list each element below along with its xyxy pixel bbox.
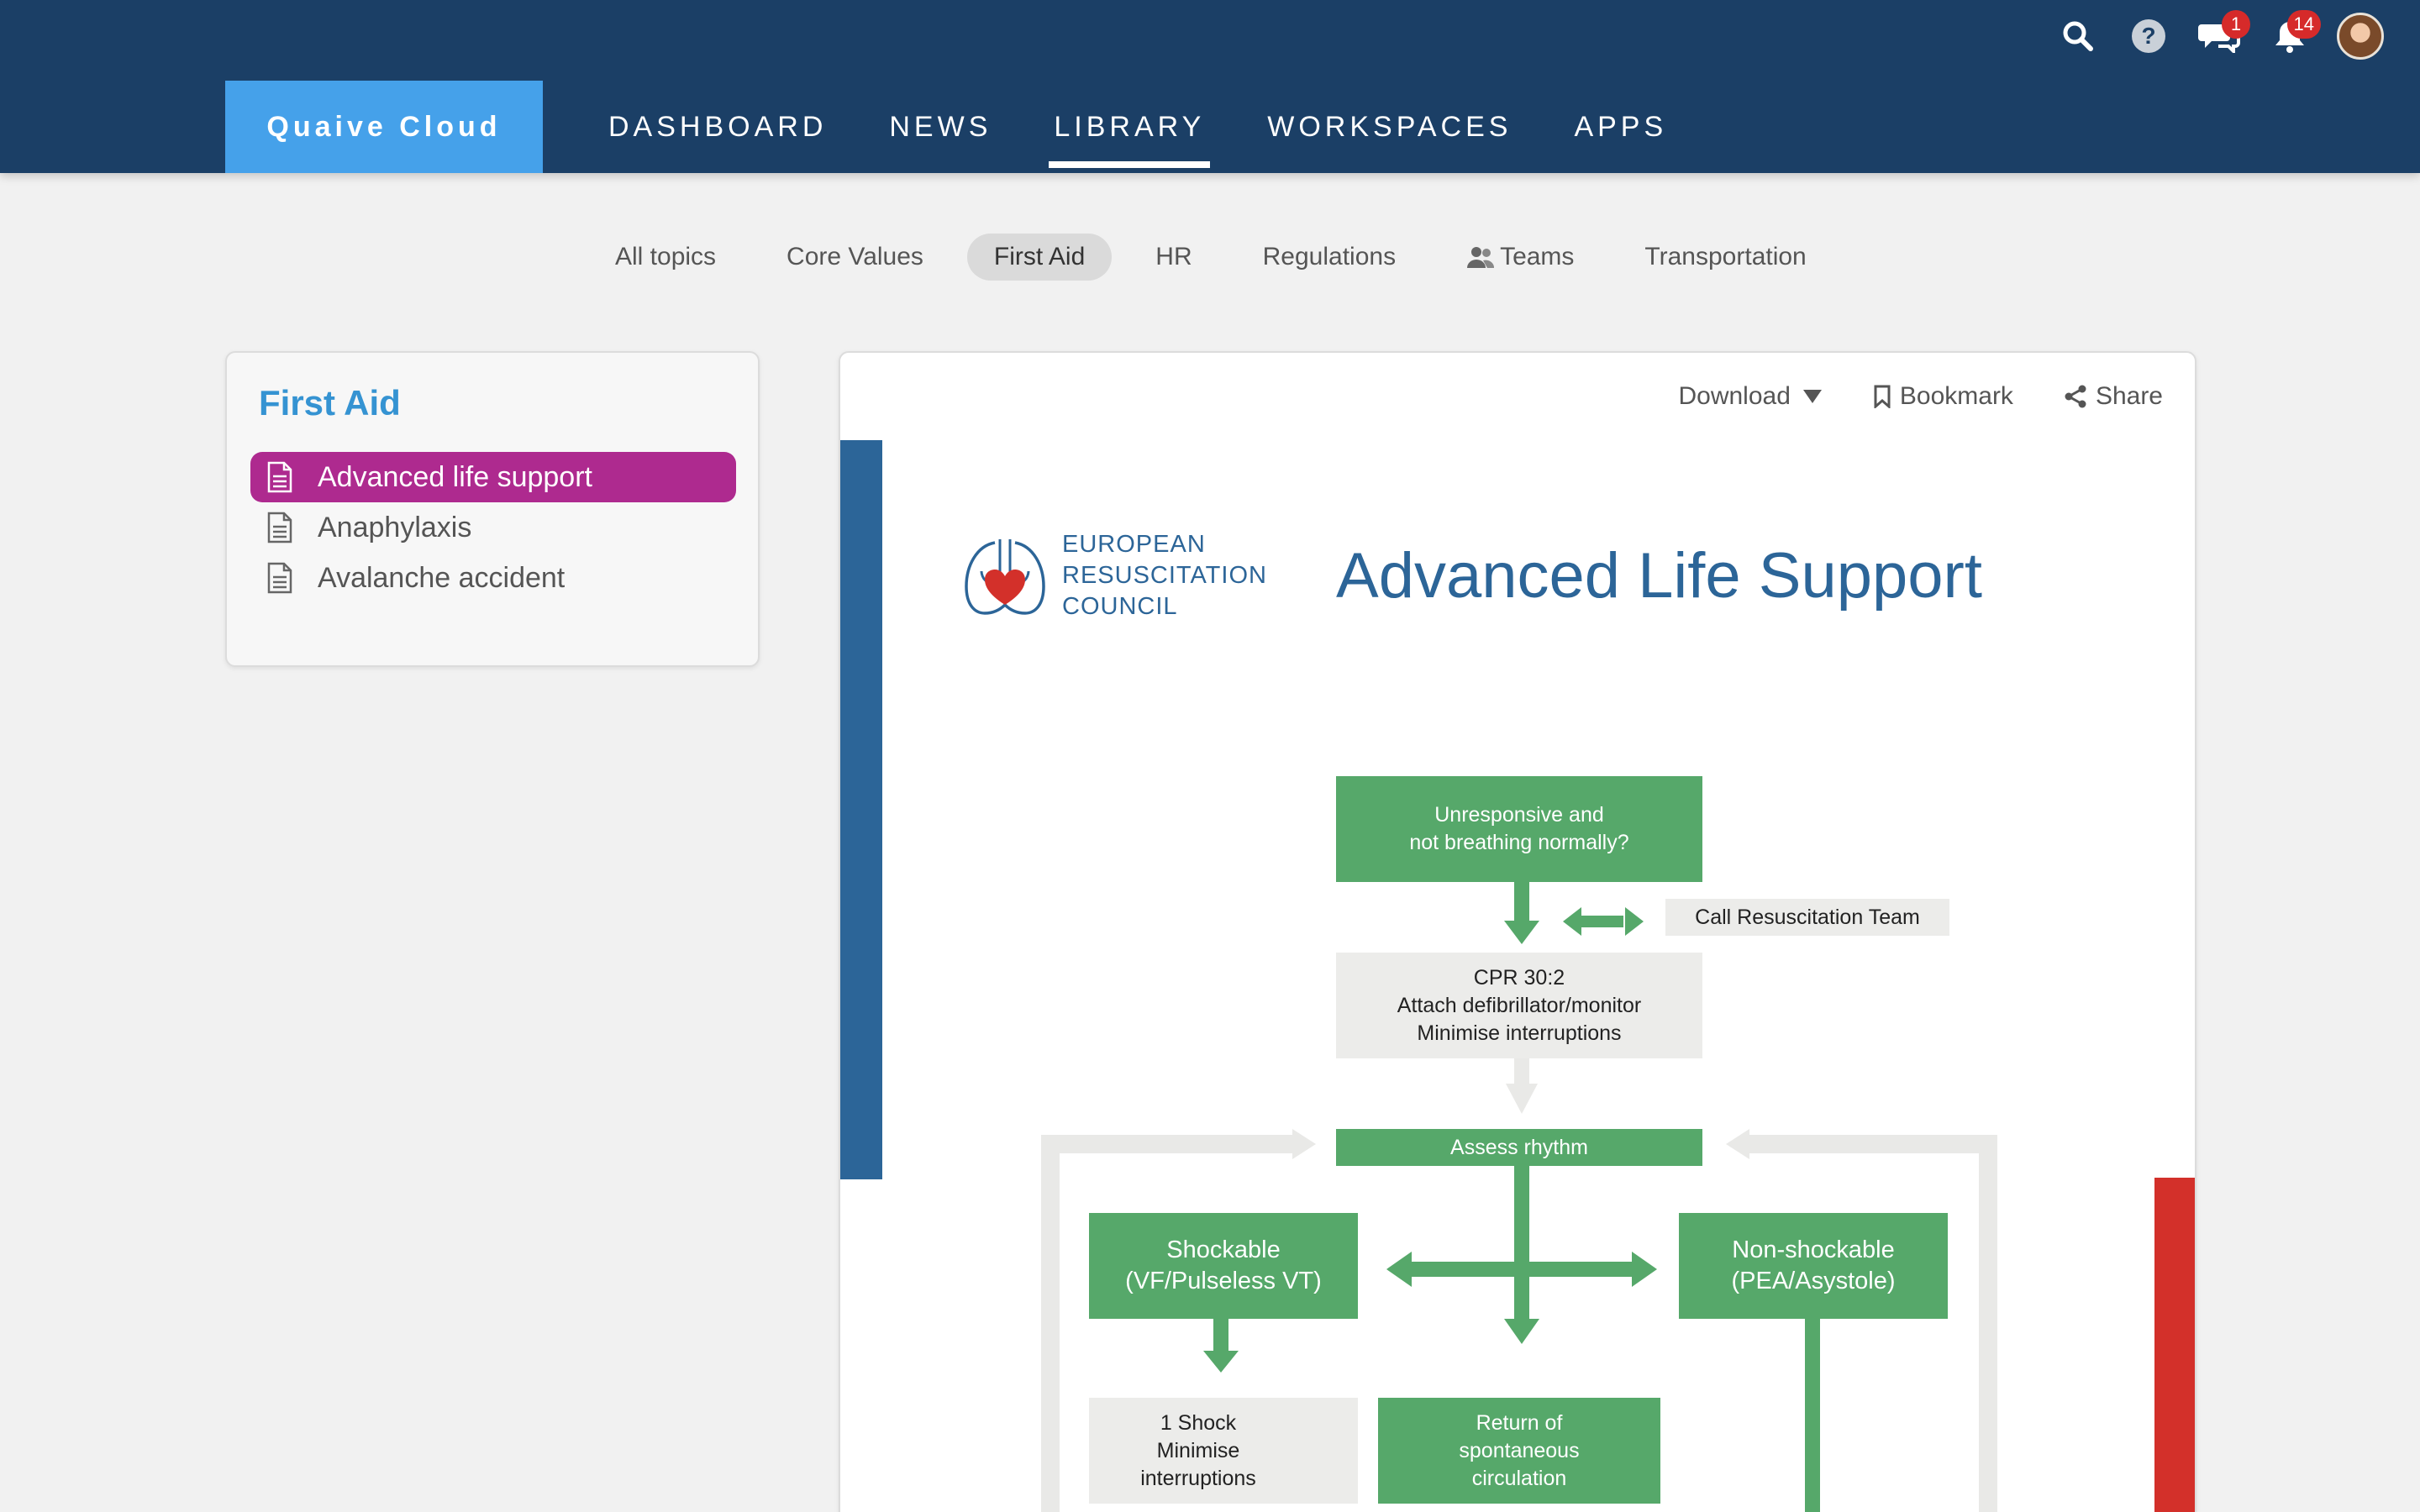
topic-teams[interactable]: Teams bbox=[1439, 234, 1601, 281]
topic-label: Teams bbox=[1500, 243, 1575, 270]
main-nav: DASHBOARD NEWS LIBRARY WORKSPACES APPS bbox=[588, 81, 1709, 173]
flow-non-shockable: Non-shockable (PEA/Asystole) bbox=[1679, 1213, 1948, 1319]
flow-text: not breathing normally? bbox=[1409, 831, 1629, 854]
brand-logo[interactable]: Quaive Cloud bbox=[225, 81, 543, 173]
search-icon[interactable] bbox=[2050, 8, 2106, 64]
sidebar-item-label: Avalanche accident bbox=[318, 561, 566, 594]
document-icon bbox=[267, 460, 296, 494]
chat-icon[interactable]: 1 bbox=[2191, 8, 2250, 64]
nav-dashboard[interactable]: DASHBOARD bbox=[588, 81, 847, 173]
users-icon bbox=[1467, 247, 1495, 268]
messages-badge: 1 bbox=[2222, 10, 2250, 39]
topic-label: First Aid bbox=[993, 243, 1086, 270]
flow-text: Call Resuscitation Team bbox=[1695, 905, 1920, 929]
topic-tabs: All topics Core Values First Aid HR Regu… bbox=[588, 234, 1850, 281]
sidebar-title: First Aid bbox=[259, 383, 401, 423]
sidebar-item-label: Advanced life support bbox=[318, 460, 592, 493]
topic-label: HR bbox=[1155, 243, 1192, 270]
topic-label: All topics bbox=[615, 243, 717, 270]
topic-label: Regulations bbox=[1262, 243, 1397, 270]
topic-core-values[interactable]: Core Values bbox=[760, 234, 950, 281]
topic-first-aid[interactable]: First Aid bbox=[966, 234, 1113, 281]
flow-unresponsive: Unresponsive and not breathing normally? bbox=[1336, 776, 1702, 882]
flow-shockable: Shockable (VF/Pulseless VT) bbox=[1089, 1213, 1358, 1319]
header-actions: ? 1 14 bbox=[2035, 8, 2388, 64]
top-bar: Quaive Cloud DASHBOARD NEWS LIBRARY WORK… bbox=[0, 0, 2420, 173]
sidebar-item-avalanche-accident[interactable]: Avalanche accident bbox=[250, 553, 736, 603]
document-icon bbox=[267, 511, 296, 544]
avatar-image bbox=[2337, 13, 2384, 60]
topic-label: Core Values bbox=[786, 243, 923, 270]
flow-text: interruptions bbox=[1140, 1466, 1256, 1490]
document-viewer: Download Bookmark Share EUROPEAN RESUSCI… bbox=[839, 351, 2196, 1512]
notifications-badge: 14 bbox=[2286, 10, 2321, 39]
flow-shock: 1 Shock Minimise interruptions bbox=[1089, 1398, 1358, 1504]
flow-rosc: Return of spontaneous circulation bbox=[1378, 1398, 1660, 1504]
flow-cpr: CPR 30:2 Attach defibrillator/monitor Mi… bbox=[1336, 953, 1702, 1058]
sidebar-item-advanced-life-support[interactable]: Advanced life support bbox=[250, 452, 736, 502]
bell-icon[interactable]: 14 bbox=[2262, 8, 2321, 64]
flow-call-team: Call Resuscitation Team bbox=[1665, 899, 1949, 936]
flowchart-connectors bbox=[1041, 882, 1997, 1512]
topic-transportation[interactable]: Transportation bbox=[1618, 234, 1833, 281]
flow-text: Unresponsive and bbox=[1434, 803, 1604, 827]
flow-text: circulation bbox=[1471, 1466, 1567, 1490]
flow-text: 1 Shock bbox=[1160, 1410, 1237, 1435]
flow-text: (VF/Pulseless VT) bbox=[1125, 1268, 1322, 1294]
topic-all[interactable]: All topics bbox=[588, 234, 743, 281]
user-avatar[interactable] bbox=[2333, 8, 2388, 64]
help-icon[interactable]: ? bbox=[2121, 8, 2176, 64]
nav-apps[interactable]: APPS bbox=[1554, 81, 1687, 173]
sidebar-item-label: Anaphylaxis bbox=[318, 511, 472, 543]
topic-label: Transportation bbox=[1644, 243, 1807, 270]
nav-workspaces[interactable]: WORKSPACES bbox=[1247, 81, 1532, 173]
sidebar-item-anaphylaxis[interactable]: Anaphylaxis bbox=[250, 502, 736, 553]
flow-text: CPR 30:2 bbox=[1473, 965, 1565, 990]
flow-text: Assess rhythm bbox=[1450, 1135, 1588, 1159]
flow-text: Shockable bbox=[1166, 1236, 1281, 1263]
flow-text: (PEA/Asystole) bbox=[1731, 1268, 1896, 1294]
flow-text: Minimise bbox=[1156, 1438, 1240, 1462]
library-sidebar: First Aid Advanced life support Anaphyla… bbox=[225, 351, 760, 667]
nav-news[interactable]: NEWS bbox=[869, 81, 1012, 173]
flow-text: Attach defibrillator/monitor bbox=[1397, 993, 1642, 1017]
flow-assess-rhythm: Assess rhythm bbox=[1336, 1129, 1702, 1166]
flow-text: spontaneous bbox=[1459, 1438, 1580, 1462]
topic-hr[interactable]: HR bbox=[1128, 234, 1218, 281]
flow-text: Minimise interruptions bbox=[1417, 1021, 1622, 1045]
flow-text: Return of bbox=[1476, 1410, 1563, 1435]
topic-regulations[interactable]: Regulations bbox=[1236, 234, 1423, 281]
flow-text: Non-shockable bbox=[1732, 1236, 1895, 1263]
svg-text:?: ? bbox=[2141, 23, 2155, 49]
document-icon bbox=[267, 561, 296, 595]
nav-library[interactable]: LIBRARY bbox=[1034, 81, 1225, 173]
